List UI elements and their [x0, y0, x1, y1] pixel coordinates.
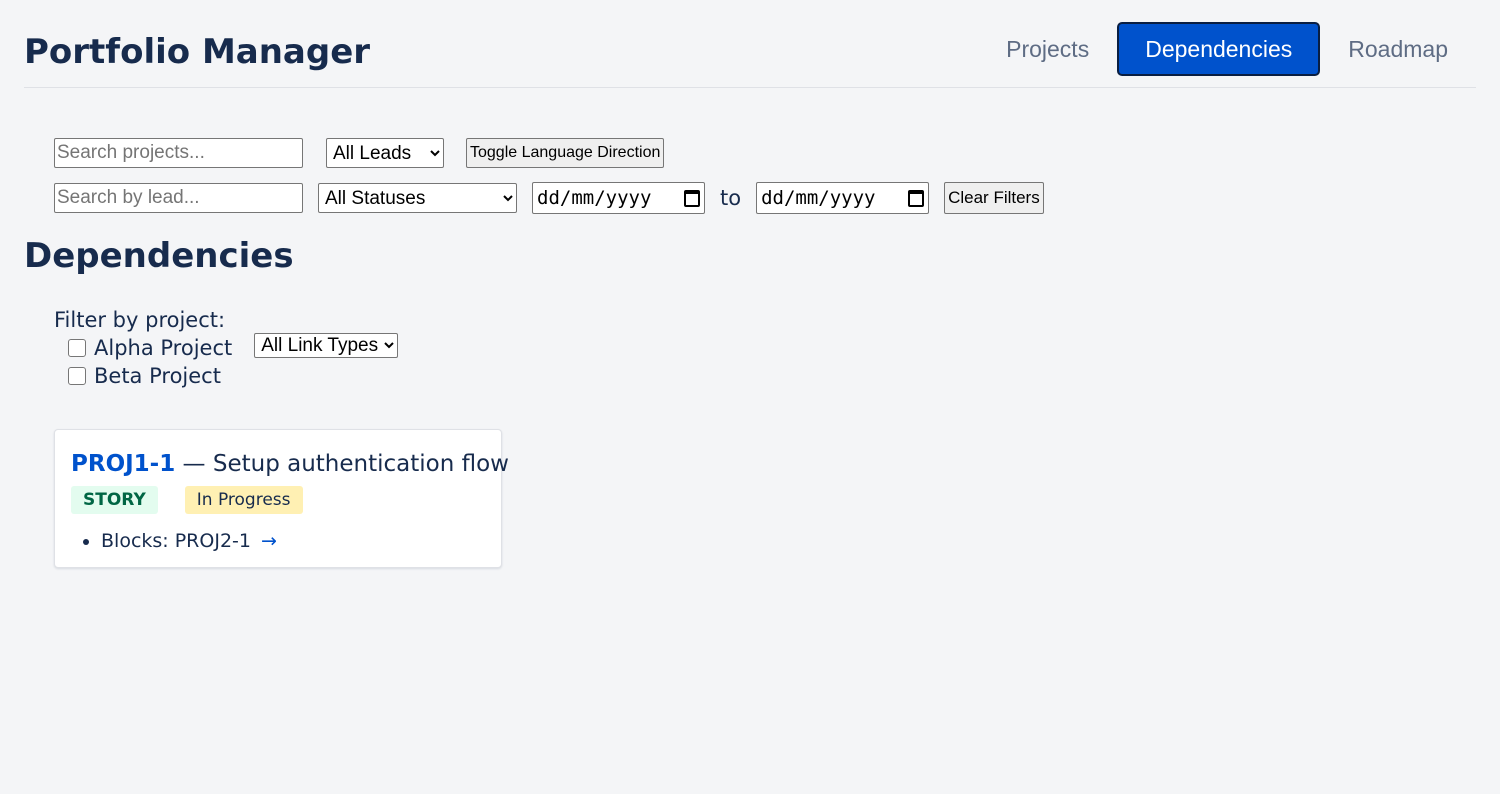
nav-projects-button[interactable]: Projects: [978, 22, 1117, 76]
section-title: Dependencies: [24, 236, 294, 276]
status-select[interactable]: All Statuses: [318, 183, 517, 213]
beta-project-label: Beta Project: [94, 364, 221, 388]
beta-project-checkbox[interactable]: [68, 367, 86, 385]
project-option-beta[interactable]: Beta Project: [68, 362, 232, 390]
link-type-select[interactable]: All Link Types: [254, 333, 399, 358]
project-filter: Filter by project: Alpha Project Beta Pr…: [54, 306, 399, 390]
toggle-direction-button[interactable]: Toggle Language Direction: [466, 138, 665, 168]
issue-badges: STORY In Progress: [71, 486, 485, 514]
issue-link-arrow[interactable]: →: [261, 530, 277, 552]
search-projects-input[interactable]: [54, 138, 303, 168]
issue-summary: Setup authentication flow: [212, 451, 509, 477]
date-range-to-label: to: [720, 186, 742, 210]
project-filter-list: Filter by project: Alpha Project Beta Pr…: [54, 306, 232, 390]
issue-key-link[interactable]: PROJ1-1: [71, 451, 175, 477]
date-from-placeholder: dd/mm/yyyy: [537, 187, 652, 209]
app-header: Portfolio Manager Projects Dependencies …: [24, 0, 1476, 88]
issue-link-label: Blocks: PROJ2-1: [101, 530, 251, 552]
nav-roadmap-button[interactable]: Roadmap: [1320, 22, 1476, 76]
lead-select[interactable]: All Leads: [326, 138, 444, 168]
main-nav: Projects Dependencies Roadmap: [978, 22, 1476, 76]
date-to-input[interactable]: dd/mm/yyyy: [756, 182, 930, 214]
issue-card: PROJ1-1 — Setup authentication flow STOR…: [54, 429, 509, 568]
page: Portfolio Manager Projects Dependencies …: [0, 0, 1500, 794]
alpha-project-label: Alpha Project: [94, 336, 233, 360]
issue-type-badge: STORY: [71, 486, 158, 514]
nav-dependencies-button[interactable]: Dependencies: [1117, 22, 1321, 76]
project-filter-label: Filter by project:: [54, 308, 226, 332]
filter-bar: All Leads Toggle Language Direction All …: [54, 138, 1044, 214]
project-option-alpha[interactable]: Alpha Project: [68, 334, 232, 362]
filter-row-2: All Statuses dd/mm/yyyy to dd/mm/yyyy Cl…: [54, 182, 1044, 214]
issue-link-item: Blocks: PROJ2-1 →: [101, 528, 485, 554]
date-from-input[interactable]: dd/mm/yyyy: [532, 182, 705, 214]
clear-filters-button[interactable]: Clear Filters: [944, 182, 1044, 214]
app-title: Portfolio Manager: [24, 32, 371, 72]
issue-links-list: Blocks: PROJ2-1 →: [71, 528, 485, 554]
date-to-placeholder: dd/mm/yyyy: [761, 187, 876, 209]
calendar-icon[interactable]: [684, 189, 700, 207]
issue-status-badge: In Progress: [184, 486, 303, 514]
search-lead-input[interactable]: [54, 183, 303, 213]
calendar-icon[interactable]: [908, 189, 925, 207]
filter-row-1: All Leads Toggle Language Direction: [54, 138, 1044, 168]
alpha-project-checkbox[interactable]: [68, 339, 86, 357]
issue-title: PROJ1-1 — Setup authentication flow: [71, 448, 509, 480]
issue-title-separator: —: [175, 451, 213, 477]
